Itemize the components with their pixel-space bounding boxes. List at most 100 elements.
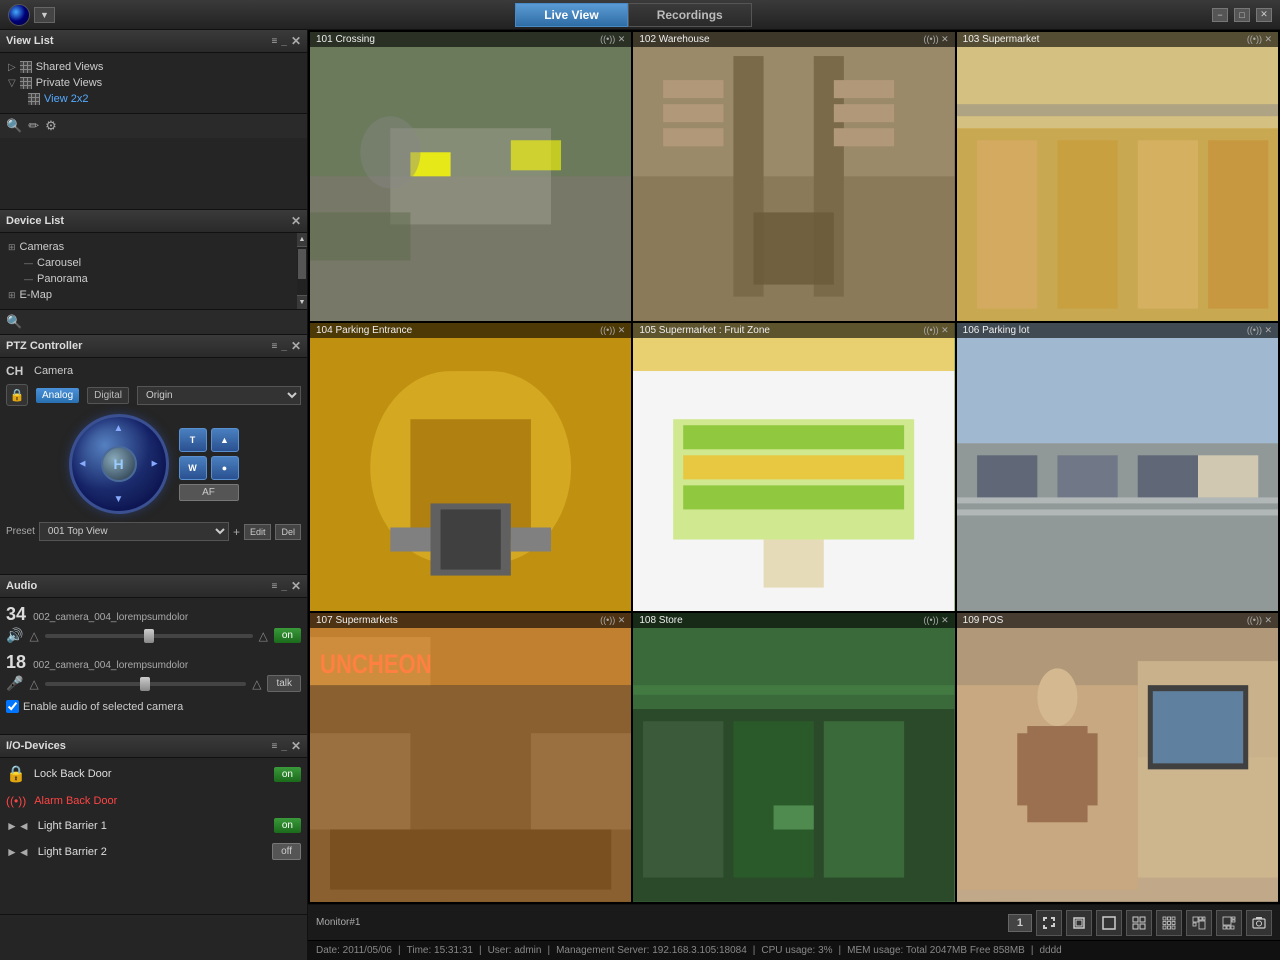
ptz-tele-btn[interactable]: T [179,428,207,452]
ptz-close-icon[interactable]: ✕ [291,339,301,353]
device-scrollbar[interactable]: ▲ ▼ [297,233,307,309]
volume-thumb-1[interactable] [144,629,154,643]
preset-select[interactable]: 001 Top View [39,522,229,541]
camera-103-label: 103 Supermarket ((•)) ✕ [957,32,1278,47]
minimize-button[interactable]: − [1212,8,1228,22]
camera-109-signal: ((•)) ✕ [1247,615,1272,626]
audio-header: Audio ≡ _ ✕ [0,575,307,598]
device-item-cameras[interactable]: ⊞ Cameras [4,239,293,255]
camera-cell-106[interactable]: 106 Parking lot ((•)) ✕ [957,323,1278,612]
tab-live-view[interactable]: Live View [515,3,627,27]
scroll-up-btn[interactable]: ▲ [297,233,307,247]
camera-cell-108[interactable]: 108 Store ((•)) ✕ [633,613,954,902]
device-item-emap[interactable]: ⊞ E-Map [4,287,293,303]
ptz-menu-icon[interactable]: ≡ [272,341,278,352]
scroll-thumb[interactable] [298,249,306,279]
app-dropdown-button[interactable]: ▼ [34,7,55,23]
ptz-title: PTZ Controller [6,340,82,352]
device-list-header: Device List ✕ [0,210,307,233]
layout-mixed-btn[interactable] [1186,910,1212,936]
close-button[interactable]: ✕ [1256,8,1272,22]
camera-cell-102[interactable]: 102 Warehouse ((•)) ✕ [633,32,954,321]
audio-ch2-talk-btn[interactable]: talk [267,675,301,692]
camera-cell-103[interactable]: 103 Supermarket ((•)) ✕ [957,32,1278,321]
audio-close-icon[interactable]: ✕ [291,579,301,593]
app-globe-icon[interactable] [8,4,30,26]
io-close-icon[interactable]: ✕ [291,739,301,753]
camera-105-signal: ((•)) ✕ [923,325,948,336]
snapshot-btn[interactable] [1246,910,1272,936]
audio-ch1-on-btn[interactable]: on [274,628,301,643]
camera-103-name: 103 Supermarket [963,34,1040,45]
camera-cell-101[interactable]: 101 Crossing ((•)) ✕ [310,32,631,321]
ptz-up-btn[interactable]: ▲ [211,428,239,452]
audio-ch2-name: 002_camera_004_lorempsumdolor [33,660,188,671]
device-search-icon[interactable]: 🔍 [6,314,22,330]
ptz-dot-btn[interactable]: ● [211,456,239,480]
layout-3x3-btn[interactable] [1156,910,1182,936]
camera-cell-109[interactable]: 109 POS ((•)) ✕ [957,613,1278,902]
audio-section: Audio ≡ _ ✕ 34 002_camera_004_lorempsumd… [0,575,307,735]
tree-item-view-2x2[interactable]: View 2x2 [4,91,303,107]
ptz-digital-btn[interactable]: Digital [87,387,129,404]
monitor-number: 1 [1008,914,1032,932]
view-list-minimize-icon[interactable]: _ [281,36,287,47]
view-list-close-icon[interactable]: ✕ [291,34,301,48]
view-tree: ▷ Shared Views ▽ Private Views View 2x2 [0,53,307,113]
device-item-panorama[interactable]: — Panorama [4,271,293,287]
device-item-carousel[interactable]: — Carousel [4,255,293,271]
camera-cell-104[interactable]: 104 Parking Entrance ((•)) ✕ [310,323,631,612]
fullscreen-btn[interactable] [1036,910,1062,936]
layout-2x2-btn[interactable] [1126,910,1152,936]
audio-menu-icon[interactable]: ≡ [272,581,278,592]
audio-ch2-number: 18 [6,652,26,672]
tree-item-private-views[interactable]: ▽ Private Views [4,75,303,91]
layout-special-btn[interactable] [1216,910,1242,936]
audio-enable-checkbox[interactable] [6,700,19,713]
volume-thumb-2[interactable] [140,677,150,691]
view-list-menu-icon[interactable]: ≡ [272,36,278,47]
ptz-analog-btn[interactable]: Analog [36,388,79,403]
io-light2-btn[interactable]: off [272,843,301,860]
settings-icon[interactable]: ⚙ [45,118,57,134]
info-user: User: admin [488,945,542,956]
camera-106-signal: ((•)) ✕ [1247,325,1272,336]
camera-cell-105[interactable]: 105 Supermarket : Fruit Zone ((•)) ✕ [633,323,954,612]
volume-slider-2[interactable] [45,682,247,686]
camera-107-signal: ((•)) ✕ [600,615,625,626]
restore-button[interactable]: □ [1234,8,1250,22]
device-list-close-icon[interactable]: ✕ [291,214,301,228]
ptz-origin-dropdown[interactable]: Origin [137,386,301,405]
io-minimize-icon[interactable]: _ [281,741,287,752]
ptz-wide-btn[interactable]: W [179,456,207,480]
scroll-down-btn[interactable]: ▼ [297,295,307,309]
preset-edit-btn[interactable]: Edit [244,524,272,540]
view-list-header: View List ≡ _ ✕ [0,30,307,53]
audio-ch1-controls: 🔊 △ △ on [6,627,301,644]
folder-icon [20,77,32,89]
ptz-camera-label: Camera [34,365,301,377]
tree-item-shared-views[interactable]: ▷ Shared Views [4,59,303,75]
ptz-af-btn[interactable]: AF [179,484,239,501]
preset-del-btn[interactable]: Del [275,524,301,540]
view-list-section: View List ≡ _ ✕ ▷ Shared Views ▽ Private… [0,30,307,210]
volume-slider-1[interactable] [45,634,253,638]
io-section: I/O-Devices ≡ _ ✕ 🔒 Lock Back Door on ((… [0,735,307,915]
titlebar-right: − □ ✕ [1212,8,1272,22]
edit-icon[interactable]: ✏ [28,118,39,134]
ptz-joystick-area: ▲ ▼ ◄ ► H T ▲ W [6,414,301,514]
search-icon[interactable]: 🔍 [6,118,22,134]
tab-recordings[interactable]: Recordings [628,3,752,27]
io-light1-btn[interactable]: on [274,818,301,833]
ptz-lock-icon[interactable]: 🔒 [6,384,28,406]
ptz-minimize-icon[interactable]: _ [281,341,287,352]
io-menu-icon[interactable]: ≡ [272,741,278,752]
io-lock-btn[interactable]: on [274,767,301,782]
preset-add-icon[interactable]: + [233,525,240,539]
audio-minimize-icon[interactable]: _ [281,581,287,592]
ptz-joystick[interactable]: ▲ ▼ ◄ ► H [69,414,169,514]
preset-row: Preset 001 Top View + Edit Del [6,522,301,541]
layout-1x1-btn[interactable] [1096,910,1122,936]
camera-cell-107[interactable]: UNCHEON 107 Supermarkets ((•)) ✕ [310,613,631,902]
restore-view-btn[interactable] [1066,910,1092,936]
